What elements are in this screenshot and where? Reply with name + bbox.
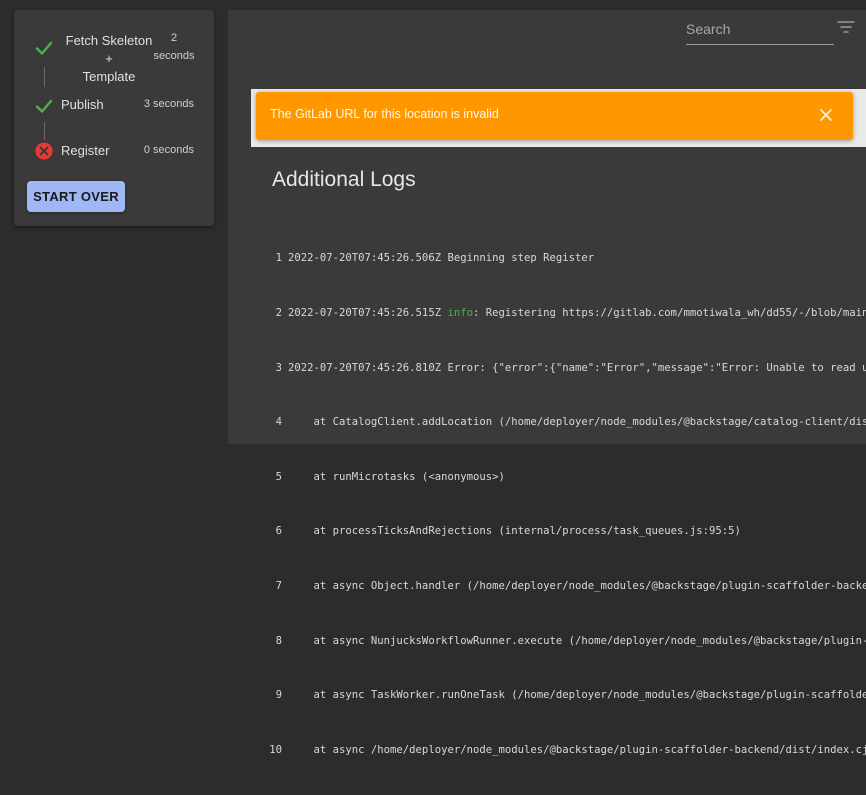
check-icon (35, 41, 53, 55)
step-label: Publish (61, 97, 104, 112)
log-line: 10 at async /home/deployer/node_modules/… (269, 743, 866, 756)
check-icon (35, 99, 53, 113)
step-connector (44, 122, 45, 140)
log-line: 6 at processTicksAndRejections (internal… (275, 525, 741, 538)
step-label: Fetch Skeleton + Template (65, 33, 153, 84)
error-alert: The GitLab URL for this location is inva… (256, 92, 853, 140)
step-label: Register (61, 143, 110, 158)
error-icon (35, 142, 53, 160)
search-input[interactable] (686, 16, 826, 42)
close-icon[interactable] (819, 108, 833, 122)
log-line: 9 at async TaskWorker.runOneTask (/home/… (275, 689, 866, 702)
log-line: 7 at async Object.handler (/home/deploye… (275, 579, 866, 592)
log-line: 2 2022-07-20T07:45:26.515Z info: Register… (275, 307, 866, 319)
step-duration: 0 seconds (143, 144, 194, 156)
task-stepper: Fetch Skeleton + Template 2 seconds Publis… (14, 10, 214, 226)
step-duration: 2 seconds (153, 32, 195, 62)
log-line: 3 2022-07-20T07:45:26.810Z Error: {"error… (275, 361, 866, 374)
main-panel: The GitLab URL for this location is inva… (228, 10, 866, 756)
search-field[interactable] (686, 16, 834, 45)
filter-icon[interactable] (837, 19, 855, 35)
log-line: 1 2022-07-20T07:45:26.506Z Beginning step… (275, 252, 595, 265)
alert-message: The GitLab URL for this location is inva… (270, 107, 499, 121)
start-over-button[interactable]: START OVER (27, 181, 125, 212)
log-line: 8 at async NunjucksWorkflowRunner.execut… (275, 634, 866, 647)
log-line: 5 at runMicrotasks (<anonymous>) (275, 470, 505, 483)
step-connector (44, 67, 45, 87)
logs-title: Additional Logs (272, 168, 416, 191)
log-output: 1 2022-07-20T07:45:26.506Z Beginning step… (268, 213, 866, 795)
step-duration: 3 seconds (143, 98, 194, 110)
log-line: 4 at CatalogClient.addLocation (/home/de… (275, 416, 866, 429)
